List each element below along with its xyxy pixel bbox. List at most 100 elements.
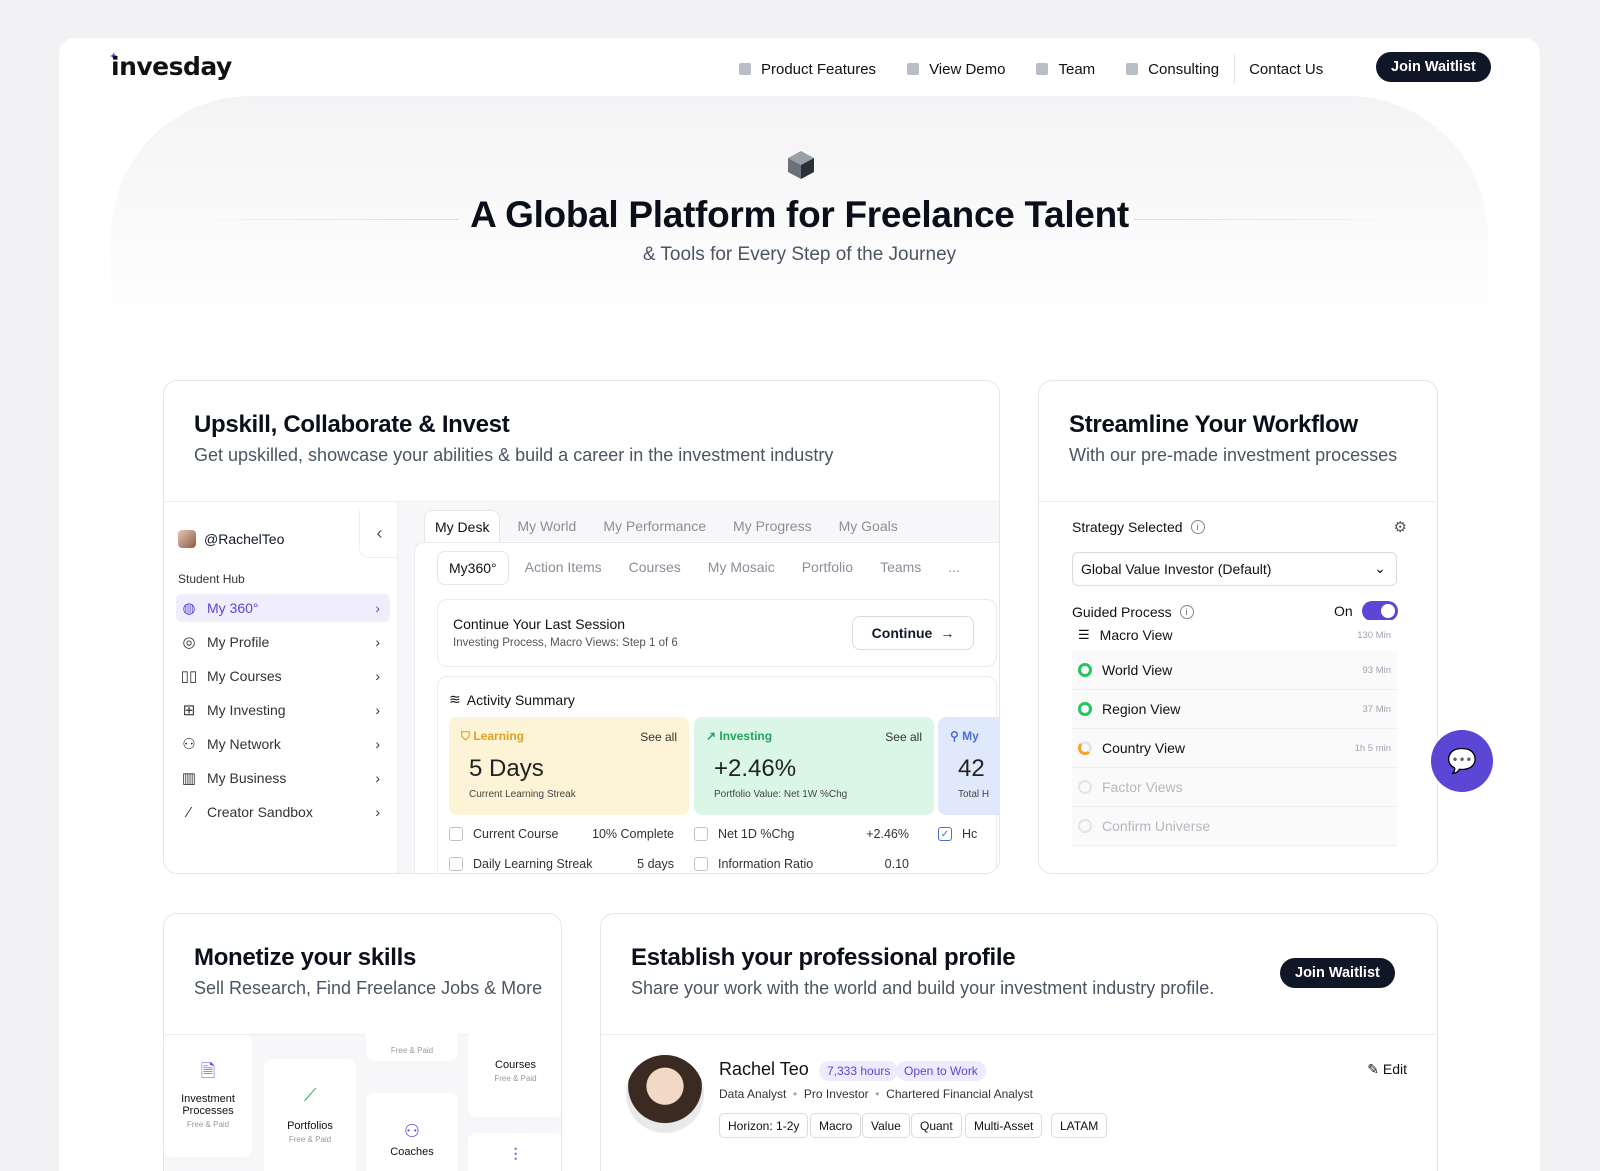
learning-tile[interactable]: ⛉ Learning See all 5 Days Current Learni…: [449, 717, 689, 815]
step-world-view[interactable]: World View 93 Min: [1072, 651, 1397, 690]
subtab-more[interactable]: ...: [937, 551, 971, 585]
checkbox[interactable]: [449, 827, 463, 841]
join-waitlist-button[interactable]: Join Waitlist: [1376, 52, 1491, 82]
last-session-card: Continue Your Last Session Investing Pro…: [437, 599, 997, 667]
monetize-title: Monetize your skills: [194, 944, 417, 971]
checkbox[interactable]: [694, 857, 708, 871]
user-handle[interactable]: @RachelTeo: [178, 530, 284, 548]
info-icon[interactable]: i: [1190, 520, 1205, 534]
activity-summary: ≋ Activity Summary ⛉ Learning See all 5 D…: [437, 676, 999, 873]
tile-portfolios[interactable]: ⟋ Portfolios Free & Paid: [264, 1059, 356, 1171]
cube-icon: [739, 63, 751, 75]
collapse-sidebar-button[interactable]: ‹: [359, 510, 399, 558]
tile-coaches[interactable]: ⚇ Coaches: [366, 1093, 458, 1171]
info-icon[interactable]: i: [1179, 605, 1194, 619]
desk-panel: My360° Action Items Courses My Mosaic Po…: [414, 542, 999, 873]
network-value: 42: [958, 755, 985, 782]
chevron-down-icon: ⌄: [1374, 560, 1386, 576]
upskill-title: Upskill, Collaborate & Invest: [194, 411, 510, 438]
logo[interactable]: invesday: [111, 52, 232, 81]
monetize-card: Monetize your skills Sell Research, Find…: [163, 913, 562, 1171]
list-item[interactable]: Net 1D %Chg +2.46%: [694, 827, 919, 841]
learning-value: 5 Days: [469, 755, 544, 782]
pencil-icon: ✎: [1367, 1061, 1383, 1077]
nav-contact-us[interactable]: Contact Us: [1249, 61, 1323, 78]
chevron-right-icon: ›: [375, 702, 380, 718]
profile-join-waitlist-button[interactable]: Join Waitlist: [1280, 958, 1395, 988]
step-factor-views[interactable]: Factor Views: [1072, 768, 1397, 807]
nav-team[interactable]: Team: [1036, 61, 1095, 78]
chevron-right-icon: ›: [375, 736, 380, 752]
step-region-view[interactable]: Region View 37 Min: [1072, 690, 1397, 729]
guided-process-label: Guided Process i: [1072, 604, 1194, 620]
grid-icon: [907, 63, 920, 75]
step-macro-view[interactable]: ☰ Macro View 130 Min: [1072, 620, 1397, 650]
building-icon: ▥: [181, 770, 197, 787]
hero-subtitle: & Tools for Every Step of the Journey: [642, 244, 957, 265]
nav-product-features[interactable]: Product Features: [739, 61, 876, 78]
checkbox[interactable]: [449, 857, 463, 871]
avatar: [178, 530, 196, 548]
tile-investment-processes[interactable]: 🗎 Investment Processes Free & Paid: [164, 1035, 252, 1157]
sidebar-item-my-investing[interactable]: ⊞ My Investing ›: [176, 696, 390, 724]
tile-tools[interactable]: ⫶: [468, 1133, 561, 1171]
nav-links: Product Features View Demo Team Consulti…: [739, 54, 1354, 84]
sidebar-item-my-courses[interactable]: ▯▯ My Courses ›: [176, 662, 390, 690]
workflow-preview: Strategy Selected i ⚙ Global Value Invest…: [1039, 501, 1437, 873]
activity-summary-title: ≋ Activity Summary: [449, 691, 575, 708]
edit-profile-button[interactable]: ✎ Edit: [1367, 1061, 1407, 1078]
learning-label: ⛉ Learning: [461, 729, 525, 743]
chat-button[interactable]: 💬: [1431, 730, 1493, 792]
status-pending-icon: [1078, 780, 1092, 794]
guided-process-toggle[interactable]: [1362, 601, 1398, 621]
strategy-select[interactable]: Global Value Investor (Default) ⌄: [1072, 552, 1397, 586]
checkbox[interactable]: [694, 827, 708, 841]
settings-sliders-icon[interactable]: ⚙: [1394, 518, 1407, 536]
profile-preview: Rachel Teo 7,333 hours Open to Work Data…: [601, 1034, 1437, 1171]
investing-tile[interactable]: ↗ Investing See all +2.46% Portfolio Val…: [694, 717, 934, 815]
nav-consulting[interactable]: Consulting: [1126, 61, 1219, 78]
tile-courses[interactable]: Courses Free & Paid: [468, 1031, 561, 1117]
subtab-portfolio[interactable]: Portfolio: [791, 551, 864, 585]
profile-name: Rachel Teo: [719, 1059, 809, 1079]
chat-bubble-icon: 💬: [1447, 747, 1477, 775]
tab-my-progress[interactable]: My Progress: [723, 510, 822, 543]
investing-see-all-link[interactable]: See all: [885, 730, 922, 744]
tab-my-desk[interactable]: My Desk: [424, 510, 501, 543]
subtab-courses[interactable]: Courses: [618, 551, 692, 585]
learning-see-all-link[interactable]: See all: [640, 730, 677, 744]
subtab-action-items[interactable]: Action Items: [514, 551, 613, 585]
sidebar-item-my-network[interactable]: ⚇ My Network ›: [176, 730, 390, 758]
subtab-teams[interactable]: Teams: [869, 551, 932, 585]
chevron-left-icon: ‹: [376, 523, 383, 543]
nav-view-demo[interactable]: View Demo: [907, 61, 1005, 78]
continue-button[interactable]: Continue →: [852, 616, 974, 650]
investing-label: ↗ Investing: [706, 729, 773, 743]
list-item[interactable]: Current Course 10% Complete: [449, 827, 674, 841]
tab-my-goals[interactable]: My Goals: [829, 510, 908, 543]
step-confirm-universe[interactable]: Confirm Universe: [1072, 807, 1397, 846]
tab-my-performance[interactable]: My Performance: [593, 510, 716, 543]
arrow-right-icon: →: [940, 625, 955, 641]
step-country-view[interactable]: Country View 1h 5 min: [1072, 729, 1397, 768]
avatar: [626, 1055, 704, 1133]
sidebar-item-my-profile[interactable]: ◎ My Profile ›: [176, 628, 390, 656]
list-item[interactable]: Daily Learning Streak 5 days: [449, 857, 674, 871]
profile-card: Establish your professional profile Shar…: [600, 913, 1438, 1171]
subtab-my360[interactable]: My360°: [437, 551, 509, 585]
list-item[interactable]: ✓ Hc: [938, 827, 977, 841]
workflow-card: Streamline Your Workflow With our pre-ma…: [1038, 380, 1438, 874]
user-icon: ⚲: [950, 729, 963, 743]
status-complete-icon: [1078, 702, 1092, 716]
sidebar-item-my-360[interactable]: ◍ My 360° ›: [176, 594, 390, 622]
tile-unlabeled[interactable]: Free & Paid: [366, 1025, 458, 1061]
list-item[interactable]: Information Ratio 0.10: [694, 857, 919, 871]
sidebar-item-creator-sandbox[interactable]: ⁄ Creator Sandbox ›: [176, 798, 390, 826]
network-tile[interactable]: ⚲ My 42 Total H: [938, 717, 999, 815]
checkbox-checked[interactable]: ✓: [938, 827, 952, 841]
chevron-right-icon: ›: [375, 668, 380, 684]
tab-my-world[interactable]: My World: [507, 510, 586, 543]
sidebar-item-my-business[interactable]: ▥ My Business ›: [176, 764, 390, 792]
subtab-my-mosaic[interactable]: My Mosaic: [697, 551, 786, 585]
hours-badge: 7,333 hours: [819, 1061, 899, 1081]
